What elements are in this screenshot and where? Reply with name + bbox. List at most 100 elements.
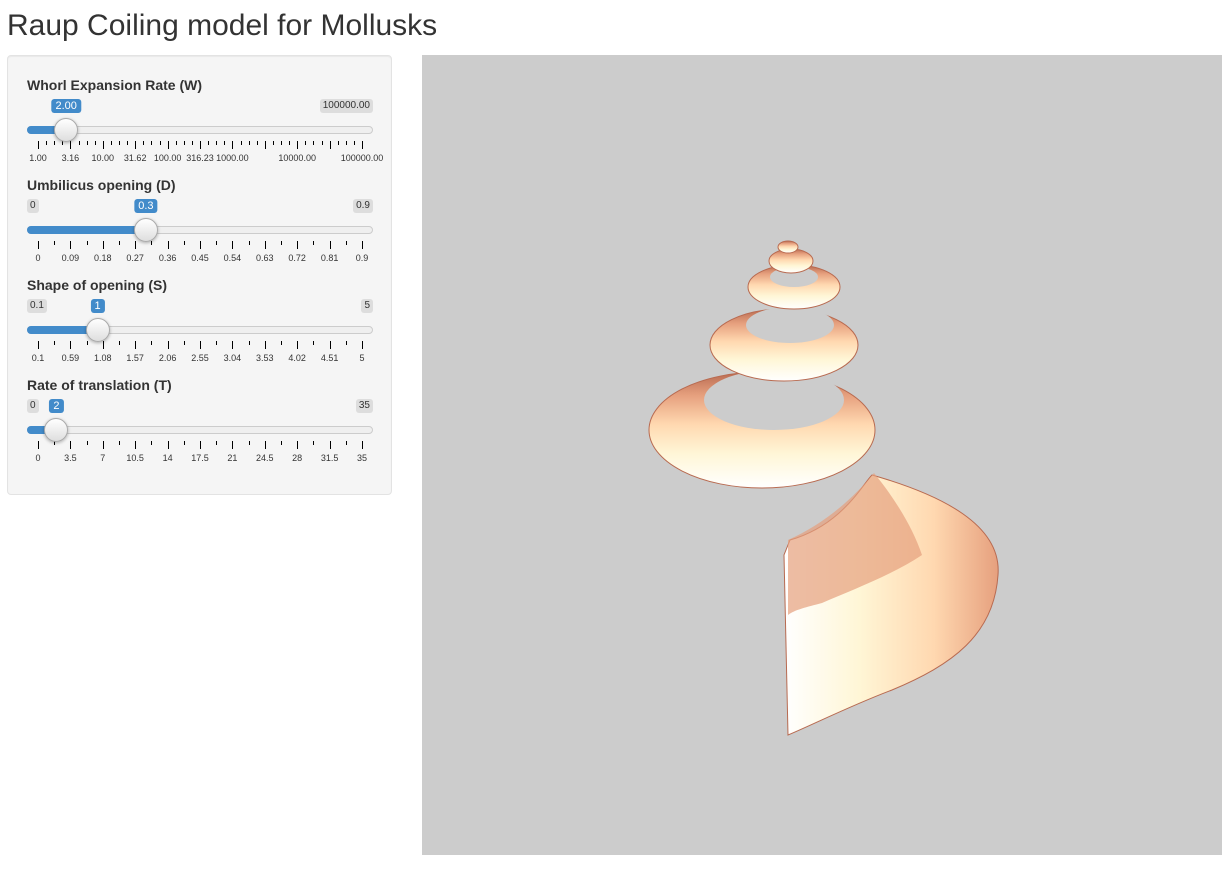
slider-major-tick [232, 341, 234, 349]
slider-label: Umbilicus opening (D) [27, 177, 176, 193]
slider-minor-tick [321, 141, 323, 145]
slider-minor-tick [272, 141, 274, 145]
slider-minor-tick [313, 341, 315, 345]
slider-major-tick [102, 241, 104, 249]
slider-tick-label: 0.9 [355, 253, 369, 263]
slider-tick-label: 3.04 [223, 353, 242, 363]
slider-handle[interactable] [85, 318, 110, 342]
slider-major-tick [362, 141, 363, 149]
slider-minor-tick [151, 141, 153, 145]
slider-minor-tick [216, 141, 218, 145]
slider-minor-tick [86, 241, 88, 245]
slider-major-tick [38, 141, 39, 149]
shell-apex [777, 240, 799, 254]
slider-major-tick [329, 141, 331, 149]
slider-tick-label: 316.23 [186, 153, 214, 163]
slider-tick-label: 7 [100, 453, 106, 463]
slider-minor-tick [313, 141, 315, 145]
slider-tick-label: 24.5 [256, 453, 274, 463]
slider-handle[interactable] [133, 218, 158, 242]
slider-minor-tick [248, 141, 250, 145]
slider-major-tick [38, 341, 39, 349]
slider-minor-tick [224, 141, 226, 145]
slider-major-tick [135, 441, 137, 449]
umbilicus-opening-control: Umbilicus opening (D) 0 0.9 0 0.09 0.18 0.27 0… [27, 177, 373, 267]
slider-major-tick [297, 441, 299, 449]
slider-minor-tick [248, 241, 250, 245]
slider-tick-label: 1.57 [126, 353, 144, 363]
slider-label: Whorl Expansion Rate (W) [27, 77, 202, 93]
slider-tick-label: 17.5 [191, 453, 209, 463]
slider-track[interactable] [27, 126, 373, 134]
shell-3d-viewer[interactable] [422, 55, 1222, 855]
slider-tick-label: 3.53 [256, 353, 274, 363]
slider-minor-tick [119, 341, 120, 345]
slider-minor-tick [216, 341, 218, 345]
slider-fill [27, 226, 146, 234]
slider-minor-tick [94, 141, 96, 145]
slider-tick-label: 0.36 [158, 253, 177, 263]
slider-track[interactable] [27, 426, 373, 434]
slider-minor-tick [46, 141, 48, 145]
shell-render[interactable] [422, 55, 1222, 855]
slider-tick-label: 3.5 [64, 453, 77, 463]
slider-minor-tick [127, 141, 129, 145]
slider-tick-label: 10000.00 [278, 153, 316, 163]
slider-value-label: 0.3 [134, 199, 158, 213]
slider-minor-tick [240, 141, 242, 145]
slider-minor-tick [345, 341, 347, 345]
sidebar-panel: Whorl Expansion Rate (W) 100000.00 1.00 3.… [7, 55, 392, 495]
slider-tick-label: 0.45 [191, 253, 209, 263]
slider-minor-tick [313, 241, 315, 245]
slider-tick-label: 4.02 [288, 353, 306, 363]
slider-handle[interactable] [44, 418, 69, 442]
slider-tick-label: 0.09 [61, 253, 80, 263]
slider-major-tick [102, 341, 104, 349]
slider-major-tick [232, 441, 234, 449]
slider-major-tick [232, 141, 234, 149]
slider-minor-tick [78, 141, 80, 145]
slider-major-tick [297, 141, 299, 149]
slider-minor-tick [191, 141, 193, 145]
slider-minor-tick [119, 441, 120, 445]
slider-minor-tick [289, 141, 291, 145]
slider-minor-tick [183, 341, 185, 345]
rate-of-translation-control: Rate of translation (T) 0 35 0 3.5 7 10.5 14 17… [27, 377, 373, 467]
slider-minor-tick [175, 141, 177, 145]
slider-minor-tick [345, 141, 347, 145]
slider-tick-label: 0.1 [31, 353, 45, 363]
slider-max-label: 35 [355, 399, 373, 413]
slider-minor-tick [151, 241, 153, 245]
slider-major-tick [102, 141, 104, 149]
slider-major-tick [38, 241, 39, 249]
shell-whorl-2-hollow [746, 307, 834, 343]
slider-tick-label: 31.5 [320, 453, 339, 463]
slider-label: Rate of translation (T) [27, 377, 172, 393]
slider-major-tick [200, 241, 201, 249]
shape-of-opening-control: Shape of opening (S) 0.1 5 0.1 0.59 1.08 1.57… [27, 277, 373, 367]
slider-minor-tick [54, 341, 56, 345]
slider-label: Shape of opening (S) [27, 277, 167, 293]
slider-tick-label: 1.08 [94, 353, 112, 363]
slider-handle[interactable] [54, 118, 79, 142]
slider-tick-label: 28 [292, 453, 303, 463]
slider-minor-tick [281, 241, 282, 245]
slider-tick-label: 10.5 [126, 453, 144, 463]
slider-major-tick [167, 141, 169, 149]
slider-tick-label: 0.54 [223, 253, 242, 263]
slider-minor-tick [208, 141, 210, 145]
slider-major-tick [362, 441, 363, 449]
slider-minor-tick [248, 341, 250, 345]
slider-min-label: 0 [27, 199, 39, 213]
slider-major-tick [200, 441, 201, 449]
slider-minor-tick [86, 341, 88, 345]
slider-tick-label: 1.00 [29, 153, 47, 163]
slider-major-tick [167, 341, 169, 349]
slider-minor-tick [86, 441, 88, 445]
slider-minor-tick [110, 141, 112, 145]
slider-tick-label: 31.62 [123, 153, 147, 163]
slider-major-tick [264, 141, 266, 149]
slider-tick-label: 35 [356, 453, 368, 463]
slider-major-tick [38, 441, 39, 449]
slider-major-tick [102, 441, 104, 449]
